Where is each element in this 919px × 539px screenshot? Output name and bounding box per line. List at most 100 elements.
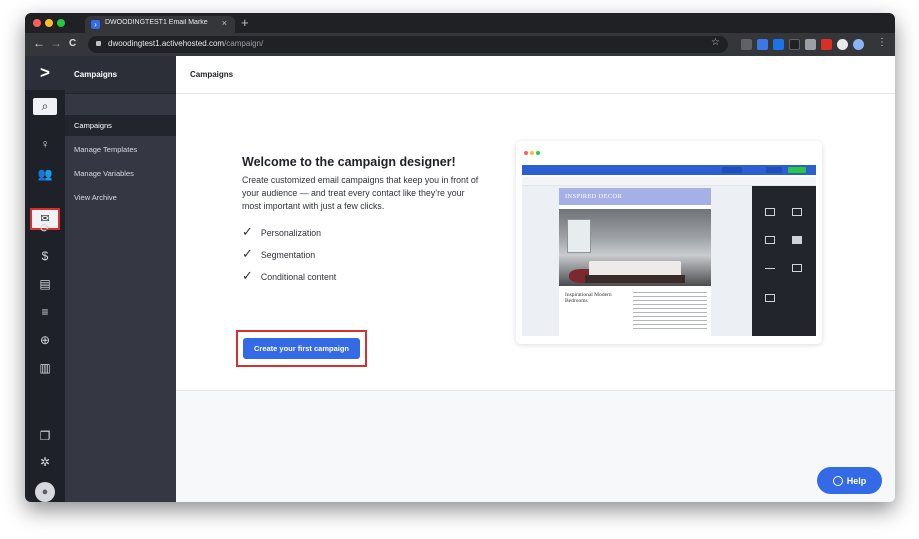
tab-strip: › DWOODINGTEST1 Email Marke × +	[25, 13, 895, 33]
sidebar-title: Campaigns	[74, 70, 118, 79]
extension-icon[interactable]	[805, 39, 816, 50]
minimize-window-dot[interactable]	[45, 19, 53, 27]
settings-icon[interactable]: ✲	[31, 452, 59, 472]
designer-preview-image: INSPIRED DECOR Inspirational Modern Bedr…	[516, 141, 822, 344]
close-window-dot[interactable]	[33, 19, 41, 27]
sidebar-item-view-archive[interactable]: View Archive	[65, 187, 176, 208]
sidebar-item-label: Campaigns	[74, 121, 112, 130]
icon-rail: > ⌕ ♀ 👥 ✉ ⟳ $ ▤ ≡ ⊕ ▥ ❐ ✲ ●	[25, 56, 65, 502]
preview-toolbar	[522, 165, 816, 175]
checkmark-icon: ✓	[242, 246, 253, 261]
url-text: dwoodingtest1.activehosted.com/campaign/	[108, 39, 263, 48]
extension-icon[interactable]	[821, 39, 832, 50]
pages-icon[interactable]: ❐	[31, 426, 59, 446]
extension-icon[interactable]	[757, 39, 768, 50]
url-host: dwoodingtest1.activehosted.com	[108, 39, 225, 48]
extension-icon[interactable]	[773, 39, 784, 50]
text-block-icon	[765, 208, 775, 216]
search-icon[interactable]: ⌕	[33, 98, 57, 115]
bedroom-photo	[559, 209, 711, 286]
preview-banner-text: INSPIRED DECOR	[565, 193, 623, 200]
button-block-icon	[765, 236, 775, 244]
zoom-window-dot[interactable]	[57, 19, 65, 27]
browser-tab[interactable]: › DWOODINGTEST1 Email Marke ×	[85, 16, 235, 33]
profile-avatar[interactable]: ●	[35, 482, 55, 502]
browser-menu-icon[interactable]: ⋮	[877, 37, 887, 48]
preview-headline: Inspirational Modern Bedrooms	[565, 292, 612, 304]
checkmark-icon: ✓	[242, 224, 253, 239]
help-chat-icon	[832, 475, 843, 486]
video-block-icon	[792, 236, 802, 244]
url-field[interactable]: dwoodingtest1.activehosted.com/campaign/…	[88, 36, 728, 53]
sidebar-header: Campaigns	[65, 56, 176, 94]
extension-icon[interactable]	[741, 39, 752, 50]
preview-dot	[524, 151, 528, 155]
create-first-campaign-button[interactable]: Create your first campaign	[243, 338, 360, 359]
tab-title: DWOODINGTEST1 Email Marke	[105, 19, 208, 26]
page-header: Campaigns	[176, 56, 895, 94]
feature-label: Conditional content	[260, 272, 337, 282]
new-tab-button[interactable]: +	[241, 15, 249, 30]
help-button[interactable]: Help	[817, 467, 882, 494]
extension-icon[interactable]	[789, 39, 800, 50]
photo-bed-base	[585, 275, 685, 283]
deals-icon[interactable]: $	[31, 246, 59, 266]
image-block-icon	[792, 208, 802, 216]
checkmark-icon: ✓	[242, 268, 253, 283]
preview-dot	[536, 151, 540, 155]
contacts-icon[interactable]: ♀	[31, 134, 59, 154]
preview-dot	[530, 151, 534, 155]
preview-canvas: INSPIRED DECOR Inspirational Modern Bedr…	[522, 186, 752, 336]
logo-icon[interactable]: >	[25, 56, 65, 90]
feature-label: Personalization	[260, 228, 322, 238]
sidebar-item-label: Manage Templates	[74, 145, 138, 154]
conversations-icon[interactable]: ▤	[31, 274, 59, 294]
sidebar-item-label: Manage Variables	[74, 169, 134, 178]
preview-email: INSPIRED DECOR Inspirational Modern Bedr…	[559, 188, 711, 336]
welcome-title: Welcome to the campaign designer!	[242, 155, 456, 169]
welcome-description: Create customized email campaigns that k…	[242, 175, 479, 211]
lists-icon[interactable]: 👥	[31, 164, 59, 184]
reload-icon[interactable]: C	[69, 38, 76, 49]
sidebar-item-manage-templates[interactable]: Manage Templates	[65, 139, 176, 160]
rss-block-icon	[765, 294, 775, 302]
preview-tab	[722, 167, 742, 173]
sidebar-item-label: View Archive	[74, 193, 117, 202]
preview-next-button	[788, 167, 806, 173]
lock-icon	[96, 41, 101, 46]
main-content: Campaigns Welcome to the campaign design…	[176, 56, 895, 502]
feature-label: Segmentation	[260, 250, 316, 260]
divider-block-icon	[765, 268, 775, 269]
favicon-icon: ›	[91, 20, 100, 29]
url-path: /campaign/	[224, 39, 264, 48]
website-icon[interactable]: ⊕	[31, 330, 59, 350]
sidebar-item-campaigns[interactable]: Campaigns	[65, 115, 176, 136]
automations-icon[interactable]: ⟳	[31, 218, 59, 238]
extensions-puzzle-icon[interactable]	[837, 39, 848, 50]
feature-item: ✓ Segmentation	[242, 246, 315, 262]
help-label: Help	[846, 475, 867, 486]
spacer-block-icon	[792, 264, 802, 272]
page-title: Campaigns	[190, 70, 234, 79]
photo-window	[567, 219, 591, 253]
tab-close-icon[interactable]: ×	[222, 18, 227, 28]
forms-icon[interactable]: ≡	[31, 302, 59, 322]
profile-avatar-icon[interactable]	[853, 39, 864, 50]
browser-window: › DWOODINGTEST1 Email Marke × + ← → C dw…	[25, 13, 895, 502]
address-bar: ← → C dwoodingtest1.activehosted.com/cam…	[25, 33, 895, 56]
welcome-panel: Welcome to the campaign designer! Create…	[176, 94, 895, 391]
preview-body-text	[633, 292, 707, 332]
preview-format-bar	[522, 177, 816, 186]
sidebar-item-manage-variables[interactable]: Manage Variables	[65, 163, 176, 184]
feature-item: ✓ Conditional content	[242, 268, 336, 284]
cta-highlight-box: Create your first campaign	[236, 330, 367, 367]
campaigns-sidebar: Campaigns Campaigns Manage Templates Man…	[65, 56, 176, 502]
back-icon[interactable]: ←	[33, 36, 45, 50]
feature-item: ✓ Personalization	[242, 224, 321, 240]
forward-icon[interactable]: →	[50, 36, 62, 50]
preview-blocks-panel	[752, 186, 816, 336]
bookmark-star-icon[interactable]: ☆	[711, 37, 720, 48]
preview-banner: INSPIRED DECOR	[559, 188, 711, 205]
preview-save-button	[766, 167, 782, 173]
reports-icon[interactable]: ▥	[31, 358, 59, 378]
